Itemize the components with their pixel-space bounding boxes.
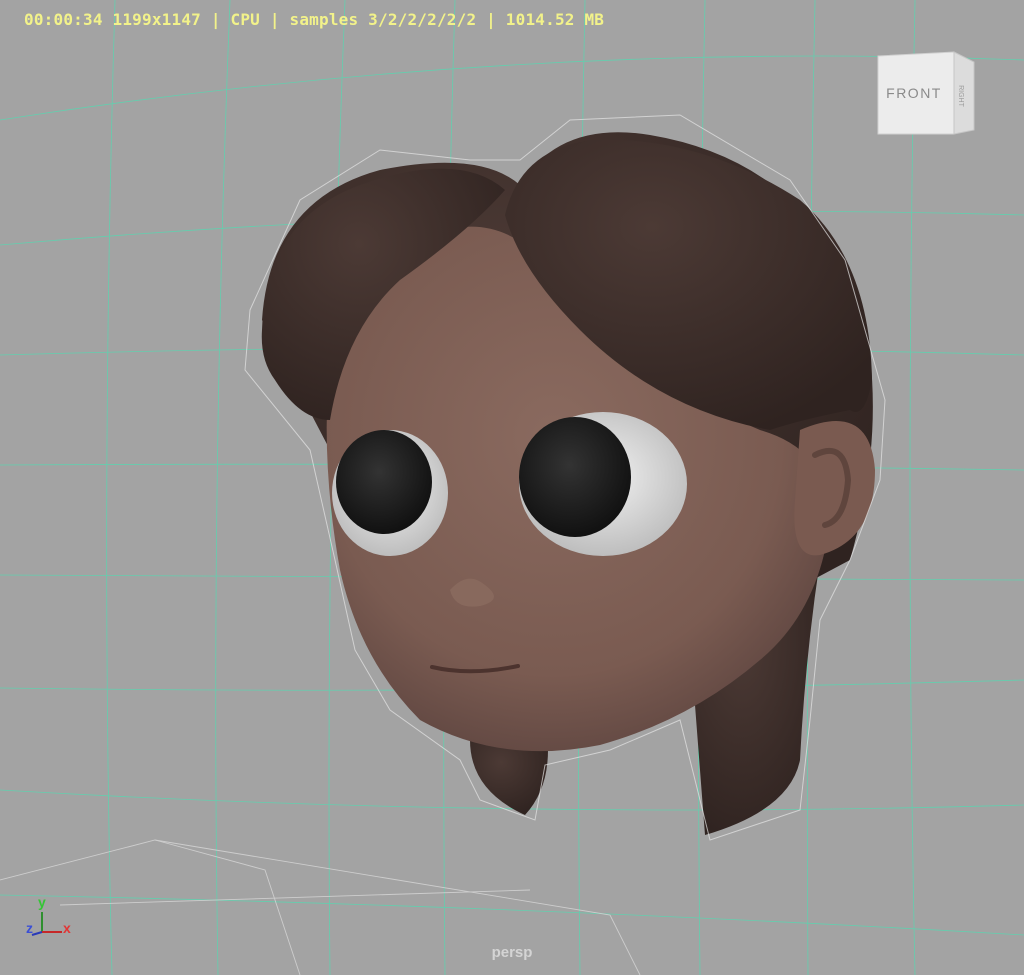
x-axis-label: x bbox=[63, 920, 71, 936]
view-cube-front-label: FRONT bbox=[886, 85, 942, 101]
render-stats-hud: 00:00:34 1199x1147 | CPU | samples 3/2/2… bbox=[24, 10, 605, 29]
model-head bbox=[244, 114, 886, 841]
z-axis-label: z bbox=[26, 920, 33, 936]
camera-name-label: persp bbox=[491, 944, 533, 961]
viewport-canvas[interactable] bbox=[0, 0, 1024, 975]
view-cube[interactable]: FRONT RIGHT bbox=[874, 50, 984, 140]
y-axis-label: y bbox=[38, 894, 46, 910]
view-cube-right-label: RIGHT bbox=[957, 85, 964, 108]
axis-indicator: y z x bbox=[16, 888, 86, 948]
z-axis-line bbox=[31, 931, 43, 936]
